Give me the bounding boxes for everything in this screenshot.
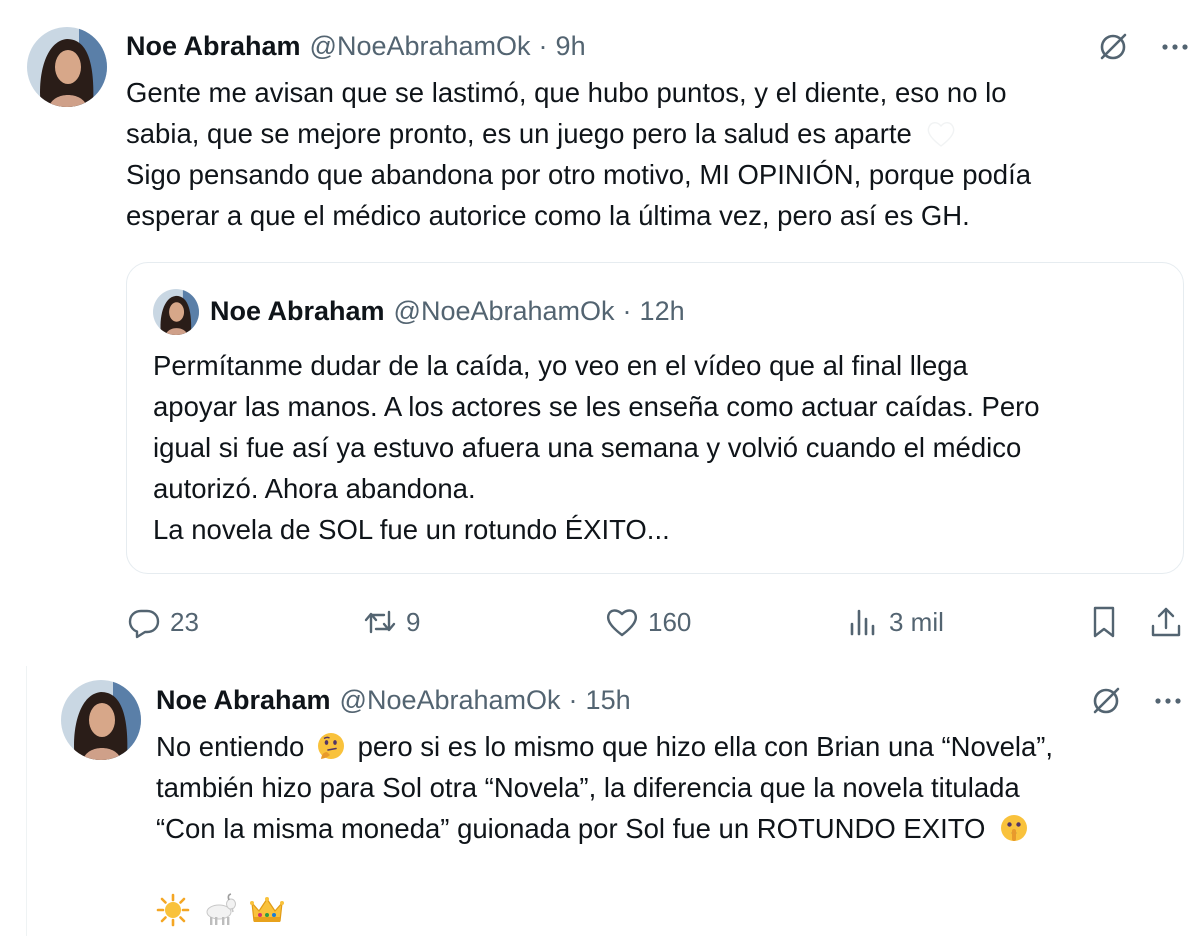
share-button[interactable] [1148,600,1184,644]
quoted-header-separator: · [622,296,632,326]
tweet-text-line: Sigo pensando que abandona por otro moti… [126,159,1032,190]
tweet-text-line: “Con la misma moneda” guionada por Sol f… [156,808,1053,849]
emoji-row [156,890,1053,931]
like-button[interactable]: 160 [604,600,691,644]
tweet-text-segment: sabia, que se mejore pronto, es un juego… [126,118,912,149]
quoted-text-line: igual si fue así ya estuvo afuera una se… [153,432,1022,463]
author-avatar[interactable] [61,680,141,760]
tweet-timestamp[interactable]: 9h [556,30,586,62]
tweet-text-line: también hizo para Sol otra “Novela”, la … [156,772,1020,803]
share-icon [1151,607,1181,637]
tweet-header: Noe Abraham @NoeAbrahamOk · 9h [126,30,586,62]
quoted-author-name: Noe Abraham [210,296,385,326]
quoted-author-avatar [153,289,199,335]
tweet-text-line: No entiendo pero si es lo mismo que hizo… [156,726,1053,767]
views-count: 3 mil [889,606,944,637]
quoted-author-handle: @NoeAbrahamOk [393,296,615,326]
bookmark-icon [1093,606,1115,638]
quoted-tweet-header: Noe Abraham @NoeAbrahamOk · 12h [210,295,685,327]
reply-count: 23 [170,606,199,637]
author-name[interactable]: Noe Abraham [126,30,301,62]
author-avatar[interactable] [27,27,107,107]
retweet-button[interactable]: 9 [362,600,420,644]
tweet-text-segment: “Con la misma moneda” guionada por Sol f… [156,813,986,844]
tweet-text-segment: No entiendo [156,731,305,762]
bookmark-button[interactable] [1086,600,1122,644]
shushing-face-icon [1001,815,1028,841]
white-heart-icon [928,122,955,147]
like-count: 160 [648,606,692,637]
header-separator: · [568,685,578,715]
more-options-icon[interactable] [1158,30,1192,64]
tweet-header: Noe Abraham @NoeAbrahamOk · 15h [156,684,631,716]
sun-icon [156,893,190,927]
tweet-text-line: Gente me avisan que se lastimó, que hubo… [126,77,1007,108]
reply-button[interactable]: 23 [126,600,199,644]
tweet-top-actions [1089,684,1185,718]
tweet-text: Gente me avisan que se lastimó, que hubo… [126,72,1031,236]
tweet-text-blank-line [156,849,1053,890]
goat-icon [206,893,236,925]
author-handle[interactable]: @NoeAbrahamOk [310,30,531,62]
tweet-text-line: sabia, que se mejore pronto, es un juego… [126,113,1031,154]
retweet-count: 9 [406,606,421,637]
crown-icon [250,897,285,922]
quoted-tweet-text: Permítanme dudar de la caída, yo veo en … [153,345,1040,550]
quoted-text-line: La novela de SOL fue un rotundo ÉXITO... [153,514,670,545]
author-name[interactable]: Noe Abraham [156,684,331,716]
tweet-timestamp[interactable]: 15h [586,684,631,716]
tweet-text: No entiendo pero si es lo mismo que hizo… [156,726,1053,931]
header-separator: · [538,31,548,61]
tweet-text-segment: pero si es lo mismo que hizo ella con Br… [357,731,1054,762]
grok-icon[interactable] [1089,684,1123,718]
quoted-text-line: Permítanme dudar de la caída, yo veo en … [153,350,968,381]
grok-icon[interactable] [1096,30,1130,64]
quoted-text-line: apoyar las manos. A los actores se les e… [153,391,1040,422]
tweet-second[interactable]: Noe Abraham @NoeAbrahamOk · 15h No entie… [26,666,1200,936]
quoted-text-line: autorizó. Ahora abandona. [153,473,476,504]
views-button[interactable]: 3 mil [845,600,944,644]
quoted-tweet-timestamp: 12h [639,296,685,326]
views-chart-icon [850,609,875,636]
thinking-face-icon [317,733,344,759]
author-handle[interactable]: @NoeAbrahamOk [340,684,561,716]
retweet-icon [364,610,396,634]
tweet-top-actions [1096,30,1192,64]
tweet-text-line: esperar a que el médico autorice como la… [126,200,970,231]
more-options-icon[interactable] [1151,684,1185,718]
tweet-action-bar: 23 9 160 3 mil [126,600,1186,644]
tweet-main[interactable]: Noe Abraham @NoeAbrahamOk · 9h Gente me … [0,0,1200,652]
heart-icon [606,609,638,637]
quoted-tweet[interactable]: Noe Abraham @NoeAbrahamOk · 12h Permítan… [126,262,1184,574]
reply-icon [128,609,160,639]
